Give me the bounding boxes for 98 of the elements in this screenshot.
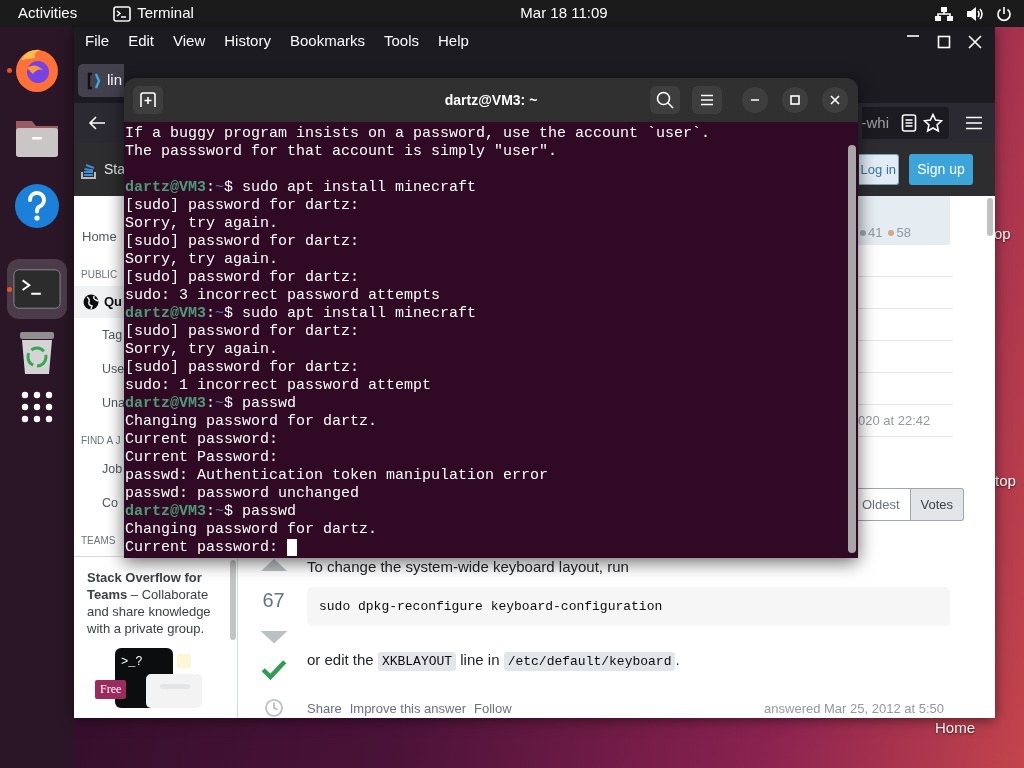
- terminal-line: dartz@VM3:~$ sudo apt install minecraft: [125, 179, 478, 197]
- back-icon[interactable]: [88, 115, 106, 131]
- sidebar-link[interactable]: Tag: [74, 318, 123, 352]
- answer-text: To change the system-wide keyboard layout, run: [307, 558, 630, 575]
- sidebar-link[interactable]: Qu: [74, 286, 124, 318]
- recycle-bin-icon: [17, 330, 57, 376]
- terminal-line: Sorry, try again.: [125, 341, 280, 359]
- star-icon[interactable]: [923, 113, 943, 133]
- terminal-icon: [13, 268, 61, 310]
- sidebar-heading: PUBLIC: [80, 267, 118, 282]
- action-link[interactable]: Share: [307, 699, 342, 718]
- maximize-icon: [790, 95, 800, 105]
- sidebar-link[interactable]: Home: [74, 220, 117, 254]
- new-tab-button[interactable]: [133, 86, 163, 114]
- sort-tab[interactable]: Votes: [910, 488, 965, 521]
- vote-count: 67: [262, 588, 285, 614]
- menu-item[interactable]: Bookmarks: [289, 30, 365, 53]
- sidebar-heading: FIND A J: [80, 433, 121, 448]
- terminal-line: dartz@VM3:~$ sudo apt install minecraft: [125, 305, 478, 323]
- desktop-icon-label[interactable]: Home: [935, 717, 975, 740]
- close-icon: [830, 95, 840, 105]
- terminal-line: Current password:: [125, 539, 848, 557]
- login-button[interactable]: Log in: [859, 154, 899, 185]
- terminal-line: sudo: 1 incorrect password attempt: [125, 377, 433, 395]
- terminal-line: [sudo] password for dartz:: [125, 197, 361, 215]
- sidebar-link[interactable]: Co: [74, 486, 118, 520]
- terminal-line: [sudo] password for dartz:: [125, 359, 361, 377]
- badge-count: 41: [868, 224, 883, 243]
- terminal-icon: [113, 5, 132, 22]
- bracket-icon: [87, 71, 101, 90]
- desktop-icon-label[interactable]: top: [995, 470, 1016, 493]
- terminal-line: Sorry, try again.: [125, 215, 280, 233]
- terminal-line: Changing password for dartz.: [125, 521, 379, 539]
- site-name[interactable]: Sta: [104, 159, 125, 180]
- menu-item[interactable]: View: [173, 30, 206, 53]
- minimize-button[interactable]: [742, 87, 768, 113]
- close-button[interactable]: [822, 87, 848, 113]
- address-bar[interactable]: -whi: [862, 107, 949, 139]
- new-tab-icon: [140, 92, 156, 108]
- close-icon[interactable]: [968, 34, 982, 49]
- app-grid-icon[interactable]: [21, 391, 53, 423]
- badge-count: 58: [896, 224, 911, 243]
- terminal-line: Current Password:: [125, 449, 280, 467]
- menu-item[interactable]: History: [224, 30, 271, 53]
- search-button[interactable]: [650, 86, 680, 114]
- terminal-line: [sudo] password for dartz:: [125, 323, 361, 341]
- scrollbar-thumb[interactable]: [987, 198, 993, 236]
- help-icon: [14, 183, 60, 229]
- terminal-line: [sudo] password for dartz:: [125, 269, 361, 287]
- sidebar-link[interactable]: Use: [74, 352, 125, 386]
- menu-item[interactable]: Help: [438, 30, 469, 53]
- activities-button[interactable]: Activities: [18, 2, 78, 25]
- promo-text: Stack Overflow for Teams – Collaborate and share knowledge with a private group.: [87, 569, 212, 637]
- terminal-line: dartz@VM3:~$ passwd: [125, 395, 298, 413]
- minimize-icon[interactable]: [906, 34, 920, 37]
- sidebar-link[interactable]: Job: [74, 452, 123, 486]
- browser-tab[interactable]: lin: [78, 64, 124, 97]
- action-link[interactable]: Follow: [474, 699, 512, 718]
- clock[interactable]: Mar 18 11:09: [520, 2, 608, 25]
- search-icon: [656, 91, 674, 109]
- terminal-line: Sorry, try again.: [125, 251, 280, 269]
- network-icon[interactable]: [934, 5, 954, 22]
- scrollbar-thumb[interactable]: [230, 560, 236, 640]
- terminal-line: The passsword for that account is simply "user".: [125, 143, 559, 161]
- menu-item[interactable]: Edit: [128, 30, 155, 53]
- window-title: dartz@VM3: ~: [444, 90, 538, 110]
- terminal-line: Current password:: [125, 431, 280, 449]
- power-icon[interactable]: [996, 5, 1012, 22]
- menu-item[interactable]: File: [85, 30, 110, 53]
- answered-date: answered Mar 25, 2012 at 5:50: [764, 700, 944, 718]
- sidebar-heading: TEAMS: [80, 533, 116, 548]
- menu-icon: [700, 94, 714, 106]
- app-menu[interactable]: Terminal: [113, 2, 194, 25]
- menu-button[interactable]: [692, 86, 722, 114]
- terminal-line: sudo: 3 incorrect password attempts: [125, 287, 442, 305]
- scrollbar-thumb[interactable]: [848, 145, 856, 553]
- free-badge: Free: [95, 680, 127, 699]
- terminal-line: passwd: password unchanged: [125, 485, 361, 503]
- maximize-button[interactable]: [782, 87, 808, 113]
- answer-text: or edit the XKBLAYOUT line in /etc/default/keyboard .: [307, 650, 681, 673]
- terminal-line: If a buggy program insists on a password, use the account `user`.: [125, 125, 712, 143]
- terminal-line: [sudo] password for dartz:: [125, 233, 361, 251]
- timestamp: 020 at 22:42: [858, 411, 931, 430]
- reader-view-icon[interactable]: [901, 114, 917, 132]
- menu-icon[interactable]: [965, 116, 983, 130]
- code-block: sudo dpkg-reconfigure keyboard-configuration: [307, 587, 950, 626]
- menu-item[interactable]: Tools: [384, 30, 419, 53]
- globe-icon: [83, 294, 99, 310]
- sort-tab[interactable]: Oldest: [858, 488, 911, 521]
- desktop-icon-label[interactable]: op: [994, 223, 1011, 246]
- terminal-line: passwd: Authentication token manipulation error: [125, 467, 550, 485]
- terminal-line: Changing password for dartz.: [125, 413, 379, 431]
- action-link[interactable]: Improve this answer: [349, 699, 467, 718]
- volume-icon[interactable]: [966, 5, 984, 22]
- prompt-text: >_?: [121, 654, 143, 671]
- minimize-icon: [750, 99, 760, 101]
- terminal-line: dartz@VM3:~$ passwd: [125, 503, 298, 521]
- maximize-icon[interactable]: [937, 34, 951, 49]
